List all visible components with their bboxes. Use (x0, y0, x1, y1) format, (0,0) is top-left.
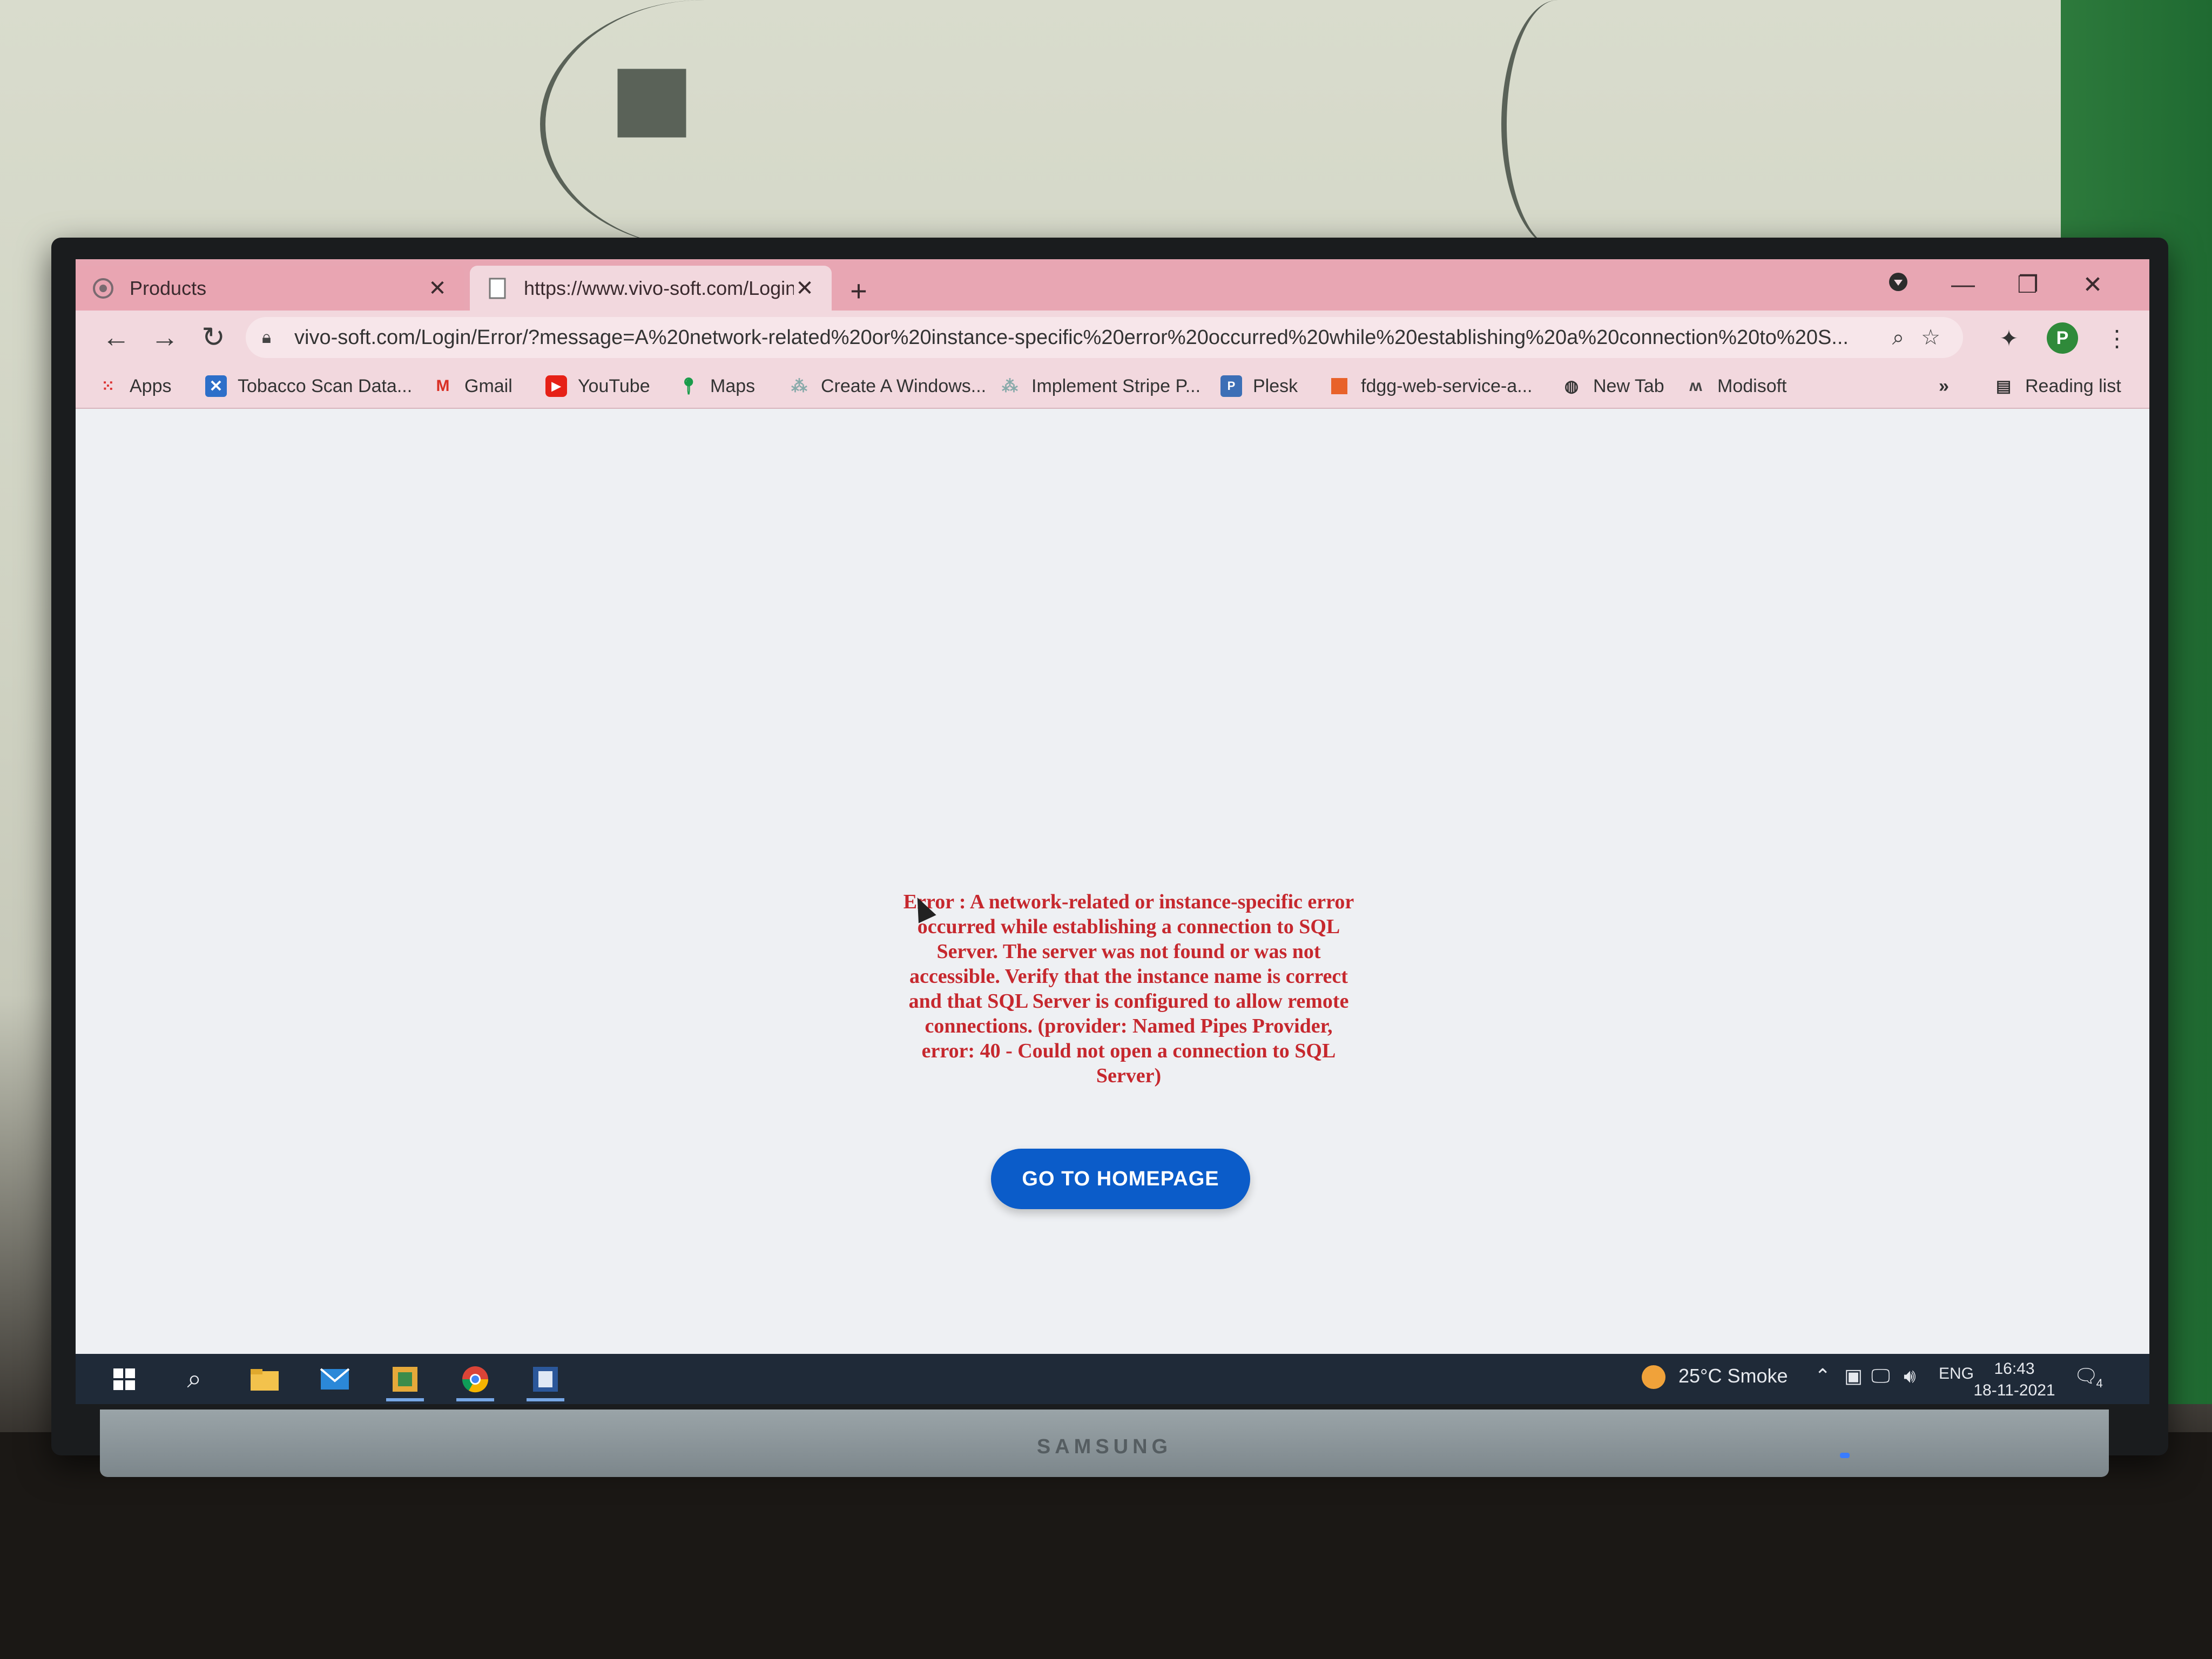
weather-sun-icon (1642, 1365, 1665, 1390)
bookmark-new-tab[interactable]: ◍ New Tab (1561, 372, 1664, 400)
go-to-homepage-button[interactable]: GO TO HOMEPAGE (991, 1149, 1250, 1209)
bookmark-label: Maps (710, 375, 756, 396)
bookmark-label: Modisoft (1717, 375, 1787, 396)
bookmark-label: Implement Stripe P... (1031, 375, 1201, 396)
mail-icon[interactable] (308, 1360, 362, 1398)
file-explorer-icon[interactable] (238, 1360, 292, 1398)
reload-icon[interactable]: ↻ (194, 321, 232, 354)
tray-chevron-up-icon[interactable]: ⌃ (1815, 1365, 1831, 1387)
bookmark-plesk[interactable]: P Plesk (1220, 372, 1298, 400)
maps-pin-icon: 📍︎ (678, 377, 699, 395)
bookmark-youtube[interactable]: ▶ YouTube (545, 372, 650, 400)
page-content: Error : A network-related or instance-sp… (76, 409, 2149, 1354)
bookmark-maps[interactable]: 📍︎ Maps (678, 372, 755, 400)
bookmark-label: Apps (130, 375, 172, 396)
media-control-icon[interactable] (1879, 271, 1917, 299)
new-tab-plus-icon[interactable]: + (842, 274, 875, 308)
bookmarks-bar: ⁙ Apps ✕ Tobacco Scan Data... M Gmail ▶ … (76, 365, 2149, 409)
tab-title: https://www.vivo-soft.com/Login (524, 276, 794, 299)
screen: Products ✕ https://www.vivo-soft.com/Log… (76, 259, 2149, 1404)
reading-list-label: Reading list (2025, 375, 2121, 396)
chrome-icon[interactable] (448, 1360, 502, 1401)
url-text: vivo-soft.com/Login/Error/?message=A%20n… (294, 326, 1849, 349)
minimize-icon[interactable]: — (1944, 271, 1982, 298)
weather-text: 25°C Smoke (1678, 1365, 1788, 1387)
meet-now-icon[interactable]: ▣ (1844, 1365, 1863, 1387)
bookmark-modisoft[interactable]: ʍ Modisoft (1685, 372, 1787, 400)
address-bar[interactable]: 🔒︎ vivo-soft.com/Login/Error/?message=A%… (246, 317, 1963, 358)
bookmark-label: Create A Windows... (821, 375, 987, 396)
windows-taskbar: ⌕ 25°C Smoke ⌃ ▣ 🖵︎ 🔊︎ ENG 16:43 18-11-2… (76, 1354, 2149, 1404)
monitor-bezel: SAMSUNG (100, 1410, 2109, 1477)
tab-products[interactable]: Products ✕ (76, 266, 464, 311)
power-led (1840, 1453, 1850, 1458)
bookmark-label: YouTube (578, 375, 650, 396)
cable (1501, 0, 1615, 248)
close-tab-icon[interactable]: ✕ (794, 276, 815, 301)
bookmark-implement-stripe[interactable]: ⁂ Implement Stripe P... (999, 372, 1201, 400)
restore-icon[interactable]: ❐ (2009, 271, 2047, 299)
page-icon: ⁂ (791, 377, 807, 395)
bookmark-label: fdgg-web-service-a... (1361, 375, 1533, 396)
menu-kebab-icon[interactable]: ⋮ (2101, 322, 2133, 355)
bookmark-label: Tobacco Scan Data... (238, 375, 413, 396)
orange-square-icon (1328, 375, 1350, 397)
reading-list-button[interactable]: ▤ Reading list (1993, 372, 2121, 400)
page-icon: ⁂ (1002, 377, 1018, 395)
forward-arrow-icon[interactable]: → (146, 321, 184, 354)
app-icon-taskbar[interactable] (378, 1360, 432, 1401)
bookmark-create-windows[interactable]: ⁂ Create A Windows... (788, 372, 986, 400)
search-icon[interactable]: ⌕ (167, 1360, 221, 1398)
monitor-brand-logo: SAMSUNG (1036, 1435, 1172, 1458)
bookmark-gmail[interactable]: M Gmail (432, 372, 512, 400)
extensions-puzzle-icon[interactable]: ✦ (1993, 322, 2025, 355)
modisoft-icon: ʍ (1689, 377, 1702, 395)
products-favicon-icon (92, 277, 114, 300)
notification-center-icon[interactable]: 🗨︎ 4 (2074, 1365, 2103, 1390)
tab-title: Products (130, 276, 207, 299)
youtube-icon: ▶ (545, 375, 567, 397)
reading-list-icon: ▤ (1995, 377, 2012, 395)
date-text: 18-11-2021 (1973, 1381, 2055, 1399)
tab-vivo-soft-login[interactable]: https://www.vivo-soft.com/Login ✕ (470, 266, 832, 311)
back-arrow-icon[interactable]: ← (97, 321, 135, 354)
profile-avatar[interactable]: P (2047, 322, 2078, 354)
bookmark-label: Plesk (1253, 375, 1298, 396)
bookmark-apps[interactable]: ⁙ Apps (97, 372, 172, 400)
globe-icon: ◍ (1564, 377, 1579, 395)
close-tab-icon[interactable]: ✕ (427, 276, 448, 301)
browser-toolbar: ← → ↻ 🔒︎ vivo-soft.com/Login/Error/?mess… (76, 311, 2149, 365)
volume-icon[interactable]: 🔊︎ (1904, 1365, 1916, 1388)
tab-strip: Products ✕ https://www.vivo-soft.com/Log… (76, 259, 2149, 311)
notification-count-badge: 4 (2096, 1377, 2103, 1390)
bookmark-label: Gmail (464, 375, 512, 396)
cable (540, 0, 869, 248)
page-favicon-icon (486, 277, 509, 300)
gmail-icon: M (436, 377, 450, 395)
lock-icon[interactable]: 🔒︎ (262, 327, 278, 348)
word-icon[interactable] (518, 1360, 572, 1401)
plesk-icon: P (1220, 375, 1242, 397)
bookmarks-overflow-icon[interactable]: » (1939, 372, 1949, 400)
bookmark-tobacco-scan[interactable]: ✕ Tobacco Scan Data... (205, 372, 412, 400)
bookmark-label: New Tab (1593, 375, 1664, 396)
bookmark-fdgg-web-service[interactable]: fdgg-web-service-a... (1328, 372, 1532, 400)
zoom-icon[interactable]: ⌕ (1882, 326, 1914, 350)
time-text: 16:43 (1994, 1360, 2035, 1378)
weather-widget[interactable]: 25°C Smoke (1642, 1365, 1788, 1390)
apps-grid-icon: ⁙ (101, 377, 115, 395)
taskbar-clock[interactable]: 16:43 18-11-2021 (1960, 1358, 2068, 1401)
close-window-icon[interactable]: ✕ (2074, 271, 2112, 299)
scan-icon: ✕ (205, 375, 227, 397)
error-message: Error : A network-related or instance-sp… (903, 891, 1354, 1087)
windows-start-icon[interactable] (97, 1360, 151, 1398)
network-icon[interactable]: 🖵︎ (1871, 1365, 1890, 1388)
bookmark-star-icon[interactable]: ☆ (1914, 325, 1947, 350)
